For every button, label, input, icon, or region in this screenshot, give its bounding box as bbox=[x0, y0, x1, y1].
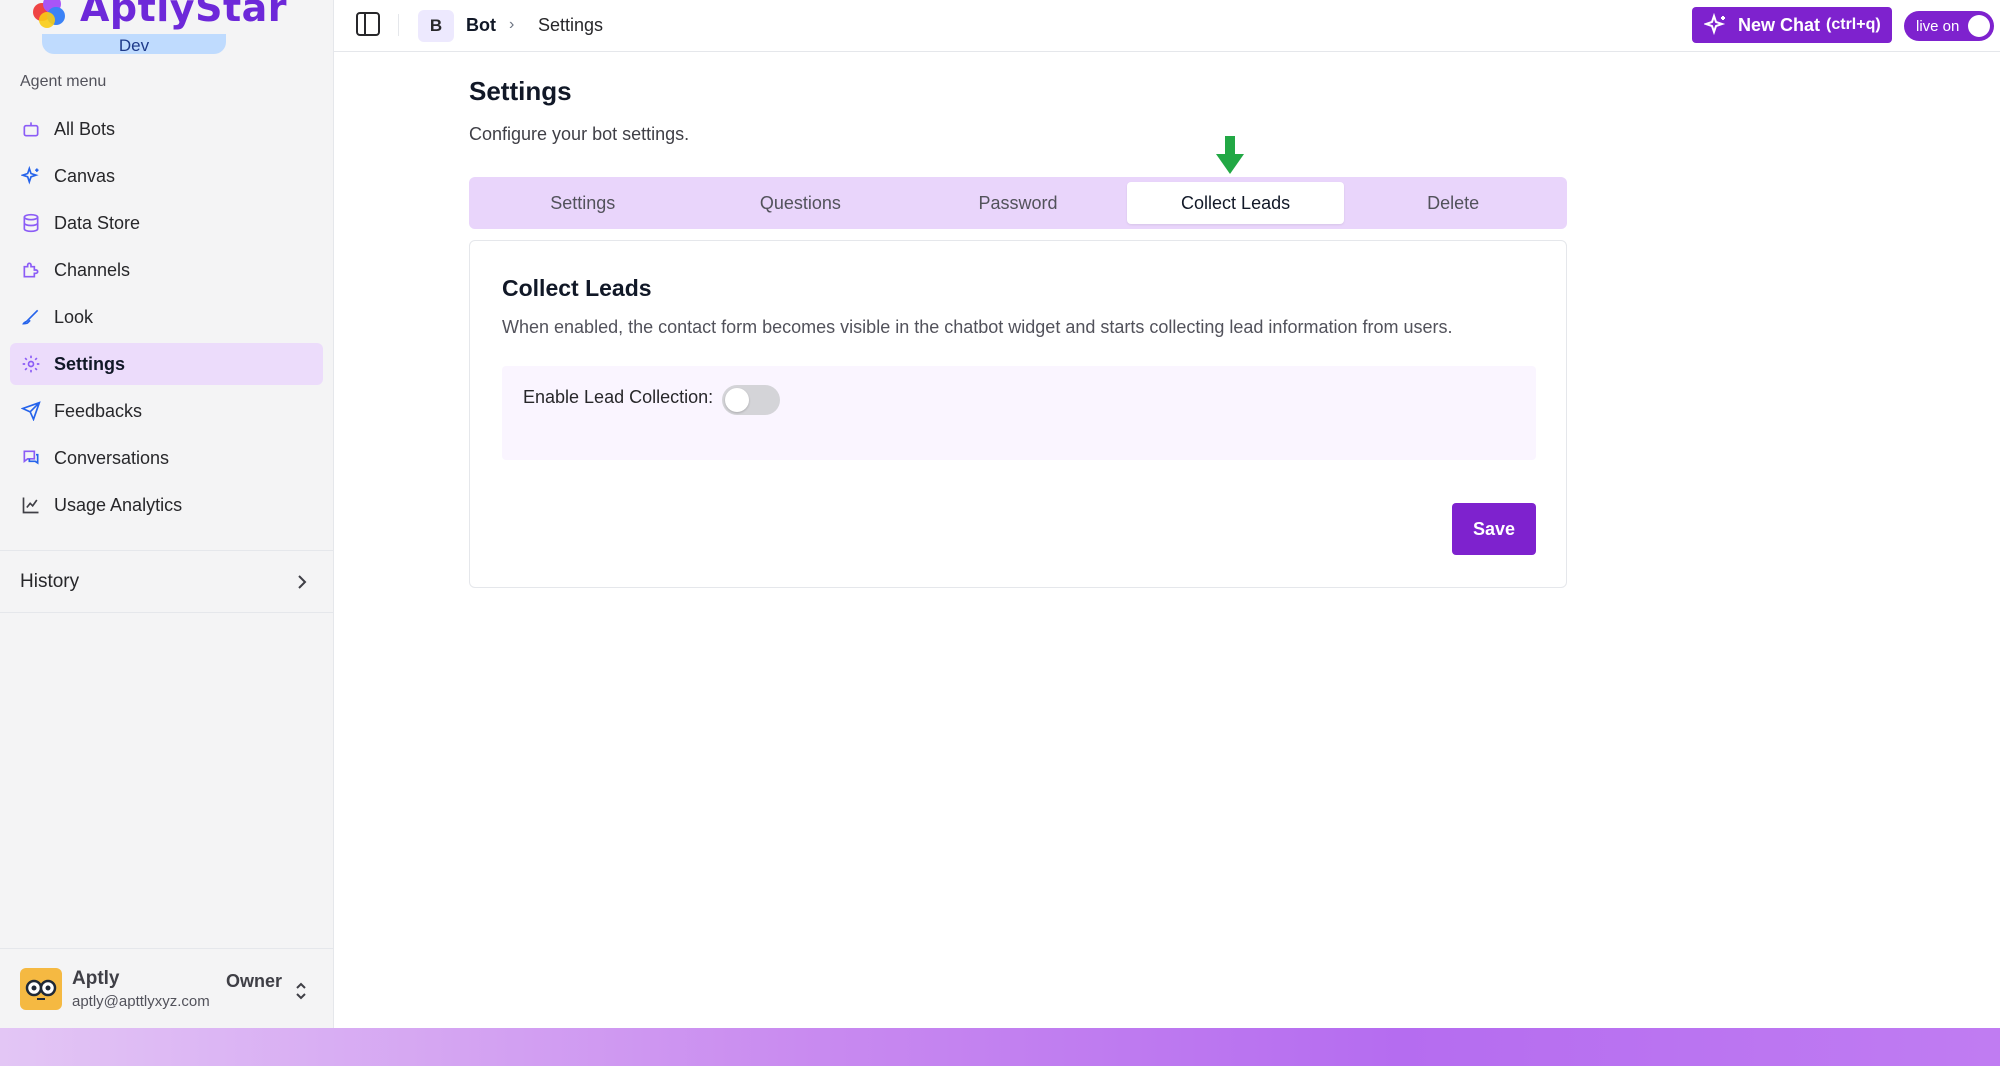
settings-tabs: Settings Questions Password Collect Lead… bbox=[469, 177, 1567, 229]
user-name: Aptly bbox=[72, 967, 120, 989]
divider bbox=[398, 14, 399, 36]
agent-menu: All Bots Canvas Data Store Channels Look bbox=[10, 108, 323, 531]
puzzle-icon bbox=[20, 259, 42, 281]
user-email: aptly@apttlyxyz.com bbox=[72, 992, 210, 1010]
sidebar-item-label: Feedbacks bbox=[54, 400, 143, 421]
sidebar-toggle-icon[interactable] bbox=[354, 10, 382, 38]
page-subtitle: Configure your bot settings. bbox=[469, 124, 690, 144]
switch-knob bbox=[725, 388, 749, 412]
sidebar-item-look[interactable]: Look bbox=[10, 296, 323, 338]
sidebar-item-all-bots[interactable]: All Bots bbox=[10, 108, 323, 150]
top-bar: B Bot › Settings New Chat (ctrl+q) live … bbox=[334, 0, 2000, 52]
bottom-gradient-band bbox=[0, 1028, 2000, 1066]
save-button[interactable]: Save bbox=[1452, 503, 1536, 555]
brand-logo-icon bbox=[33, 0, 65, 28]
sparkles-icon bbox=[1704, 13, 1726, 36]
glasses-avatar-icon bbox=[25, 979, 57, 1000]
tab-collect-leads[interactable]: Collect Leads bbox=[1126, 182, 1345, 224]
environment-badge: Dev bbox=[42, 34, 226, 54]
database-icon bbox=[20, 212, 42, 234]
sidebar-item-usage-analytics[interactable]: Usage Analytics bbox=[10, 484, 323, 526]
lead-collection-label-text: Enable Lead Collection bbox=[523, 387, 709, 407]
history-toggle[interactable]: History bbox=[0, 550, 333, 613]
tab-questions[interactable]: Questions bbox=[692, 182, 910, 224]
bot-avatar-badge: B bbox=[418, 10, 454, 42]
sidebar-item-label: Canvas bbox=[54, 165, 116, 186]
chevron-up-down-icon bbox=[296, 982, 306, 1000]
sidebar-item-label: All Bots bbox=[54, 118, 116, 139]
new-chat-label: New Chat bbox=[1738, 14, 1821, 35]
sidebar-item-data-store[interactable]: Data Store bbox=[10, 202, 323, 244]
new-chat-button[interactable]: New Chat (ctrl+q) bbox=[1692, 7, 1892, 43]
arrow-down-icon bbox=[1216, 136, 1244, 174]
sidebar-item-conversations[interactable]: Conversations bbox=[10, 437, 323, 479]
collect-leads-card: Collect Leads When enabled, the contact … bbox=[469, 240, 1567, 588]
brand[interactable]: AptlyStar Dev bbox=[30, 0, 287, 54]
tab-settings[interactable]: Settings bbox=[474, 182, 692, 224]
page-title: Settings bbox=[469, 76, 572, 106]
sidebar-item-settings[interactable]: Settings bbox=[10, 343, 323, 385]
tab-delete[interactable]: Delete bbox=[1344, 182, 1562, 224]
lead-collection-label: Enable Lead Collection: bbox=[523, 387, 714, 407]
tab-password[interactable]: Password bbox=[909, 182, 1127, 224]
user-menu[interactable]: Aptly aptly@apttlyxyz.com Owner bbox=[0, 948, 333, 1028]
breadcrumb-bot-link[interactable]: Bot bbox=[466, 15, 496, 36]
sparkles-icon bbox=[20, 165, 42, 187]
agent-menu-heading: Agent menu bbox=[20, 73, 107, 90]
toggle-knob bbox=[1968, 15, 1990, 37]
brand-name: AptlyStar bbox=[80, 0, 287, 30]
lead-collection-setting: Enable Lead Collection: bbox=[502, 366, 1536, 460]
breadcrumb-current-page: Settings bbox=[538, 15, 604, 35]
chevron-right-icon: › bbox=[509, 16, 515, 33]
card-title: Collect Leads bbox=[502, 275, 652, 301]
gear-icon bbox=[20, 353, 42, 375]
avatar bbox=[20, 967, 62, 1010]
new-chat-shortcut: (ctrl+q) bbox=[1826, 16, 1881, 33]
card-description: When enabled, the contact form becomes v… bbox=[502, 317, 1453, 337]
live-toggle-label: live on bbox=[1916, 17, 1960, 35]
history-label: History bbox=[20, 570, 80, 592]
user-role: Owner bbox=[226, 971, 283, 991]
sidebar: AptlyStar Dev Agent menu All Bots Canvas… bbox=[0, 0, 334, 1028]
sidebar-item-label: Channels bbox=[54, 259, 131, 280]
chevron-right-icon bbox=[298, 574, 307, 589]
send-icon bbox=[20, 400, 42, 422]
sidebar-item-label: Look bbox=[54, 306, 94, 327]
sidebar-item-feedbacks[interactable]: Feedbacks bbox=[10, 390, 323, 432]
sidebar-item-label: Settings bbox=[54, 353, 126, 374]
live-toggle[interactable]: live on bbox=[1904, 11, 1994, 41]
line-chart-icon bbox=[20, 494, 42, 516]
sidebar-item-label: Conversations bbox=[54, 447, 170, 468]
sidebar-item-channels[interactable]: Channels bbox=[10, 249, 323, 291]
bot-icon bbox=[20, 118, 42, 140]
sidebar-item-canvas[interactable]: Canvas bbox=[10, 155, 323, 197]
sidebar-item-label: Data Store bbox=[54, 212, 141, 233]
lead-collection-switch[interactable] bbox=[722, 385, 780, 415]
paintbrush-icon bbox=[20, 306, 42, 328]
sidebar-item-label: Usage Analytics bbox=[54, 494, 183, 515]
chat-icon bbox=[20, 447, 42, 469]
